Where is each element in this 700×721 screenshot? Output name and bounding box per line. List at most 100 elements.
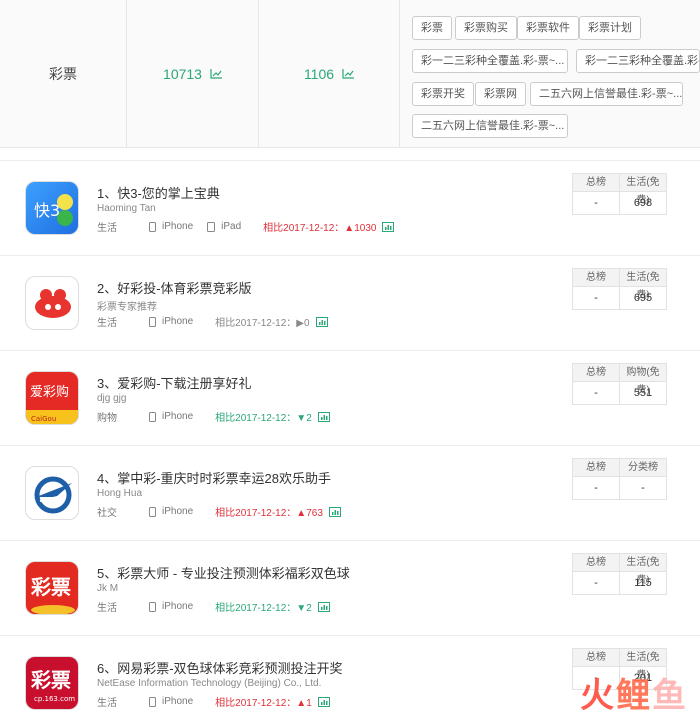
bar-chart-icon[interactable] — [328, 506, 341, 517]
tag[interactable]: 彩票网 — [475, 82, 526, 106]
rank-head-right: 生活(免费) — [626, 177, 660, 206]
keyword-summary: 彩票 10713 1106 彩票 彩票购买 彩票软件 彩票计划 彩一二三彩种全覆… — [0, 0, 700, 148]
app-title[interactable]: 2、好彩投-体育彩票竞彩版 — [97, 278, 252, 297]
search-index-value[interactable]: 10713 — [163, 66, 202, 82]
app-row[interactable]: 2、好彩投-体育彩票竞彩版 彩票专家推荐 生活 iPhone 相比2017-12… — [0, 255, 700, 350]
app-title[interactable]: 1、快3-您的掌上宝典 — [97, 183, 220, 202]
tag[interactable]: 彩一二三彩种全覆盖.彩-票~ — [576, 49, 700, 73]
rank-left: - — [573, 572, 620, 594]
haocaitou-logo-icon — [35, 289, 71, 318]
tag[interactable]: 彩一二三彩种全覆盖.彩-票~... — [412, 49, 568, 73]
kuai3-logo-icon: 快3 — [34, 194, 73, 226]
app-title[interactable]: 5、彩票大师 - 专业投注预测体彩福彩双色球 — [97, 563, 350, 582]
app-icon[interactable]: 爱彩购 CaiGou — [25, 371, 79, 425]
app-row[interactable]: 4、掌中彩-重庆时时彩票幸运28欢乐助手 Hong Hua 社交 iPhone … — [0, 445, 700, 540]
tag[interactable]: 彩票软件 — [517, 16, 579, 40]
watermark-logo: 火鲤鱼 — [580, 668, 688, 717]
watermark-char: 火 — [580, 677, 616, 715]
device-label: iPad — [221, 221, 242, 232]
tag[interactable]: 彩票开奖 — [412, 82, 474, 106]
app-icon[interactable]: 彩票 cp.163.com — [25, 656, 79, 710]
app-meta: 生活 iPhone 相比2017-12-12：▶0 — [97, 314, 328, 329]
rank-right: 695 — [633, 292, 653, 304]
device-label: iPhone — [162, 506, 194, 517]
iphone-icon — [149, 506, 156, 517]
aicaigou-logo-icon: 爱彩购 CaiGou — [26, 384, 78, 424]
svg-text:彩票: 彩票 — [30, 668, 71, 692]
iphone-icon — [149, 601, 156, 612]
app-icon[interactable] — [25, 466, 79, 520]
rank-box: 总榜 生活(免费) - 695 — [572, 268, 667, 310]
rank-compare: 相比2017-12-12：▲1 — [215, 698, 312, 709]
tag[interactable]: 彩票购买 — [455, 16, 517, 40]
device-label: iPhone — [162, 221, 194, 232]
bar-chart-icon[interactable] — [317, 411, 330, 422]
rank-compare: 相比2017-12-12：▲1030 — [263, 223, 377, 234]
app-developer: NetEase Information Technology (Beijing)… — [97, 678, 322, 689]
app-developer: Haoming Tan — [97, 203, 156, 214]
bar-chart-icon[interactable] — [317, 696, 330, 707]
app-meta: 购物 iPhone 相比2017-12-12：▼2 — [97, 409, 330, 424]
bar-chart-icon[interactable] — [317, 601, 330, 612]
app-category: 生活 — [97, 698, 117, 709]
trend-chart-icon[interactable] — [342, 69, 355, 79]
rank-right: 551 — [633, 387, 653, 399]
svg-text:CaiGou: CaiGou — [31, 415, 56, 423]
app-category: 生活 — [97, 318, 117, 329]
rank-head-left: 总榜 — [573, 554, 620, 571]
app-title[interactable]: 3、爱彩购-下载注册享好礼 — [97, 373, 252, 392]
device-label: iPhone — [162, 696, 194, 707]
app-icon[interactable]: 快3 — [25, 181, 79, 235]
result-count-cell[interactable]: 1106 — [259, 0, 400, 148]
iphone-icon — [149, 221, 156, 232]
svg-text:快3: 快3 — [34, 201, 60, 220]
app-meta: 社交 iPhone 相比2017-12-12：▲763 — [97, 504, 341, 519]
app-category: 生活 — [97, 223, 117, 234]
tag[interactable]: 彩票计划 — [579, 16, 641, 40]
tag[interactable]: 二五六网上信誉最佳.彩-票~... — [412, 114, 568, 138]
ipad-icon — [207, 221, 216, 232]
rank-compare: 相比2017-12-12：▼2 — [215, 413, 312, 424]
app-meta: 生活 iPhone 相比2017-12-12：▼2 — [97, 599, 330, 614]
bar-chart-icon[interactable] — [382, 221, 395, 232]
tag[interactable]: 二五六网上信誉最佳.彩-票~... — [530, 82, 683, 106]
rank-head-left: 总榜 — [573, 459, 620, 476]
app-title[interactable]: 6、网易彩票-双色球体彩竞彩预测投注开奖 — [97, 658, 343, 677]
rank-head-left: 总榜 — [573, 649, 620, 666]
app-icon[interactable]: 彩票 — [25, 561, 79, 615]
app-developer: djg gjg — [97, 393, 127, 404]
app-row[interactable]: 快3 1、快3-您的掌上宝典 Haoming Tan 生活 iPhone iPa… — [0, 160, 700, 255]
rank-head-right: 生活(免费) — [626, 272, 660, 301]
wangyi-caipiao-logo-icon: 彩票 cp.163.com — [30, 668, 75, 703]
trend-chart-icon[interactable] — [210, 69, 222, 79]
rank-head-right: 生活(免费) — [626, 557, 660, 586]
rank-left: - — [573, 382, 620, 404]
tag[interactable]: 彩票 — [412, 16, 452, 40]
app-icon[interactable] — [25, 276, 79, 330]
rank-head-left: 总榜 — [573, 174, 620, 191]
rank-right: 698 — [633, 197, 653, 209]
watermark-char: 鱼 — [652, 677, 688, 715]
bar-chart-icon[interactable] — [315, 316, 328, 327]
app-meta: 生活 iPhone 相比2017-12-12：▲1 — [97, 694, 330, 709]
app-title[interactable]: 4、掌中彩-重庆时时彩票幸运28欢乐助手 — [97, 468, 331, 487]
result-count-value[interactable]: 1106 — [304, 66, 334, 82]
app-row[interactable]: 彩票 5、彩票大师 - 专业投注预测体彩福彩双色球 Jk M 生活 iPhone… — [0, 540, 700, 635]
device-label: iPhone — [162, 316, 194, 327]
rank-head-right: 购物(免费) — [626, 367, 660, 396]
rank-compare: 相比2017-12-12：▼2 — [215, 603, 312, 614]
app-developer: 彩票专家推荐 — [97, 302, 157, 313]
zhangzhongcai-logo-icon — [34, 476, 72, 514]
iphone-icon — [149, 316, 156, 327]
rank-box: 总榜 生活(免费) - 115 — [572, 553, 667, 595]
rank-left: - — [573, 287, 620, 309]
svg-text:彩票: 彩票 — [30, 575, 71, 599]
keyword-cell: 彩票 — [0, 0, 127, 148]
app-category: 购物 — [97, 413, 117, 424]
app-row[interactable]: 爱彩购 CaiGou 3、爱彩购-下载注册享好礼 djg gjg 购物 iPho… — [0, 350, 700, 445]
rank-box: 总榜 购物(免费) - 551 — [572, 363, 667, 405]
iphone-icon — [149, 696, 156, 707]
app-developer: Jk M — [97, 583, 119, 594]
device-label: iPhone — [162, 601, 194, 612]
search-index-cell[interactable]: 10713 — [127, 0, 259, 148]
